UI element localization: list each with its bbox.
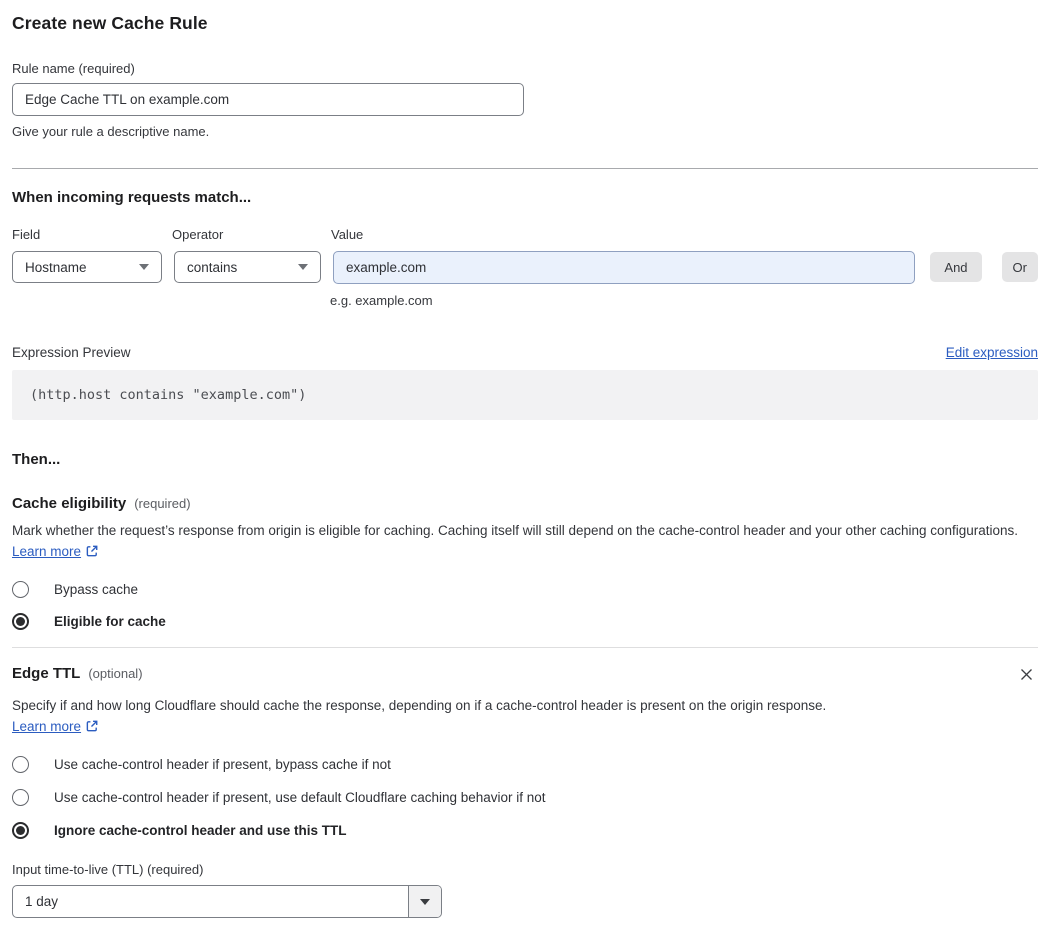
then-heading: Then... — [12, 451, 61, 468]
cache-eligibility-header: Cache eligibility (required) — [12, 495, 1038, 512]
match-condition-row: Hostname contains And Or — [12, 251, 1038, 284]
section-divider — [12, 168, 1038, 169]
expression-preview-box: (http.host contains "example.com") — [12, 370, 1038, 420]
radio-unselected-icon — [12, 581, 29, 598]
learn-more-link[interactable]: Learn more — [12, 719, 81, 734]
match-heading: When incoming requests match... — [12, 189, 252, 206]
radio-option-label: Use cache-control header if present, use… — [54, 790, 546, 805]
field-select[interactable]: Hostname — [12, 251, 162, 283]
ttl-select[interactable]: 1 day — [12, 885, 442, 918]
edge-ttl-description-text: Specify if and how long Cloudflare shoul… — [12, 698, 827, 713]
ttl-select-value: 1 day — [25, 894, 59, 909]
close-edge-ttl-button[interactable] — [1017, 665, 1036, 687]
edge-ttl-header: Edge TTL (optional) — [12, 665, 1038, 687]
rule-name-input[interactable] — [12, 83, 524, 116]
radio-option-eligible-for-cache[interactable]: Eligible for cache — [12, 613, 1038, 630]
required-tag: (required) — [134, 496, 191, 511]
expression-code: (http.host contains "example.com") — [30, 387, 307, 403]
expression-preview-label: Expression Preview — [12, 345, 131, 360]
external-link-icon — [86, 720, 98, 732]
page-title: Create new Cache Rule — [12, 13, 208, 33]
chevron-down-icon — [298, 264, 308, 270]
edge-ttl-divider — [12, 647, 1038, 648]
cache-eligibility-description: Mark whether the request’s response from… — [12, 520, 1024, 562]
ttl-input-group: Input time-to-live (TTL) (required) 1 da… — [12, 862, 1038, 918]
optional-tag: (optional) — [88, 666, 143, 681]
value-column-label: Value — [331, 227, 364, 242]
edge-ttl-heading: Edge TTL — [12, 665, 81, 682]
field-select-value: Hostname — [25, 259, 87, 275]
close-icon — [1021, 669, 1032, 680]
radio-option-use-header-bypass[interactable]: Use cache-control header if present, byp… — [12, 756, 1038, 773]
value-input[interactable] — [333, 251, 916, 284]
radio-option-bypass-cache[interactable]: Bypass cache — [12, 581, 1038, 598]
operator-select[interactable]: contains — [174, 251, 321, 283]
ttl-select-dropdown-button[interactable] — [408, 886, 441, 917]
cache-eligibility-description-text: Mark whether the request’s response from… — [12, 523, 1019, 538]
chevron-down-icon — [420, 898, 430, 905]
radio-option-use-header-default[interactable]: Use cache-control header if present, use… — [12, 789, 1038, 806]
edge-ttl-heading-row: Edge TTL (optional) — [12, 665, 143, 682]
edit-expression-link[interactable]: Edit expression — [946, 345, 1038, 360]
radio-option-ignore-header-use-ttl[interactable]: Ignore cache-control header and use this… — [12, 822, 1038, 839]
edge-ttl-description: Specify if and how long Cloudflare shoul… — [12, 695, 844, 737]
value-example-help: e.g. example.com — [330, 293, 433, 308]
radio-selected-icon — [12, 822, 29, 839]
rule-name-label: Rule name (required) — [12, 61, 135, 76]
and-button[interactable]: And — [930, 252, 982, 282]
operator-column-label: Operator — [172, 227, 224, 242]
create-cache-rule-form: Create new Cache Rule Rule name (require… — [0, 0, 1058, 942]
radio-option-label: Bypass cache — [54, 582, 139, 597]
field-column-label: Field — [12, 227, 41, 242]
rule-name-help: Give your rule a descriptive name. — [12, 124, 210, 139]
expression-preview-header: Expression Preview Edit expression — [12, 345, 1038, 360]
learn-more-link[interactable]: Learn more — [12, 544, 81, 559]
cache-eligibility-options: Bypass cache Eligible for cache — [12, 581, 1038, 630]
rule-name-group: Rule name (required) Give your rule a de… — [12, 61, 1038, 139]
cache-eligibility-heading: Cache eligibility — [12, 495, 127, 512]
radio-option-label: Use cache-control header if present, byp… — [54, 757, 391, 772]
operator-select-value: contains — [187, 259, 238, 275]
radio-option-label: Ignore cache-control header and use this… — [54, 823, 347, 838]
external-link-icon — [86, 545, 98, 557]
radio-unselected-icon — [12, 756, 29, 773]
radio-option-label: Eligible for cache — [54, 614, 166, 629]
edge-ttl-options: Use cache-control header if present, byp… — [12, 756, 1038, 839]
radio-unselected-icon — [12, 789, 29, 806]
match-column-labels: Field Operator Value — [12, 227, 1038, 242]
ttl-label: Input time-to-live (TTL) (required) — [12, 862, 204, 877]
chevron-down-icon — [139, 264, 149, 270]
or-button[interactable]: Or — [1001, 252, 1038, 282]
radio-selected-icon — [12, 613, 29, 630]
